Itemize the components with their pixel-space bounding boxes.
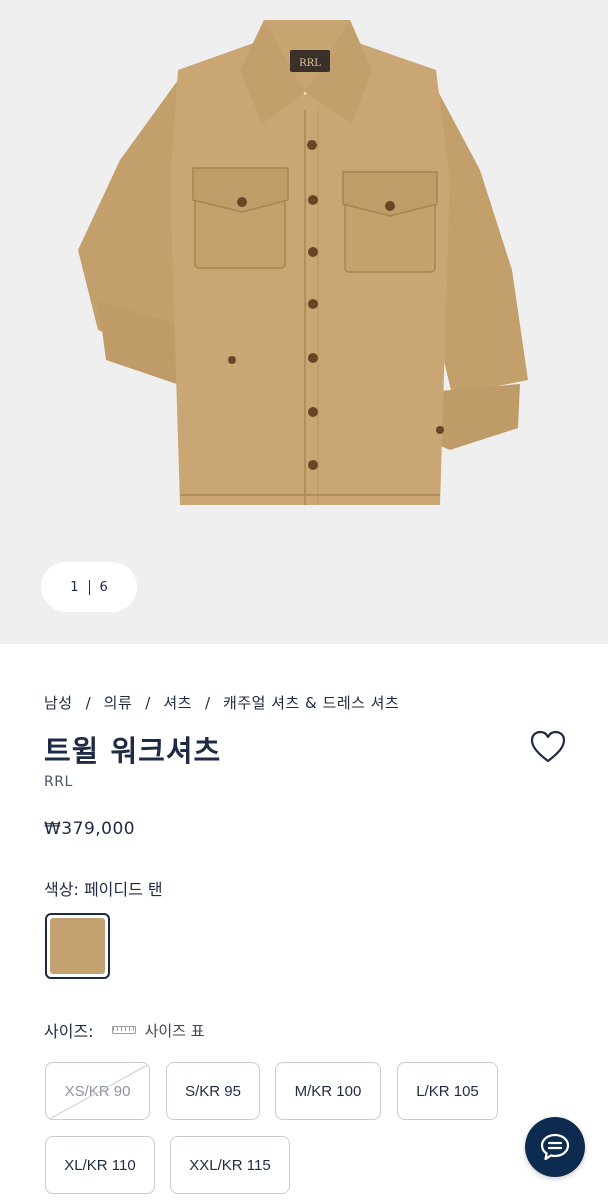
ruler-icon bbox=[111, 1026, 136, 1034]
color-selection-label: 색상: 페이디드 탠 bbox=[44, 876, 163, 900]
size-guide-label: 사이즈 표 bbox=[144, 1021, 205, 1040]
chat-button[interactable] bbox=[525, 1117, 585, 1177]
unavailable-strike bbox=[48, 1063, 149, 1119]
breadcrumb-item-clothing[interactable]: 의류 bbox=[104, 692, 133, 713]
size-option-xl[interactable]: XL/KR 110 bbox=[45, 1136, 155, 1194]
size-option-label: XL/KR 110 bbox=[64, 1156, 136, 1174]
swatch-chip bbox=[50, 918, 105, 974]
breadcrumb-separator: / bbox=[85, 693, 91, 712]
size-label: 사이즈: bbox=[44, 1022, 94, 1041]
size-selection-header: 사이즈: 사이즈 표 bbox=[44, 1018, 205, 1042]
size-option-xs[interactable]: XS/KR 90 bbox=[45, 1062, 150, 1120]
product-title: 트윌 워크셔츠 bbox=[44, 734, 222, 768]
breadcrumb-separator: / bbox=[145, 693, 151, 712]
breadcrumb: 남성 / 의류 / 셔츠 / 캐주얼 셔츠 & 드레스 셔츠 bbox=[44, 692, 399, 713]
product-image-gallery[interactable]: RRL 1 6 bbox=[0, 0, 608, 644]
wishlist-button[interactable] bbox=[530, 730, 566, 764]
image-pager: 1 6 bbox=[41, 562, 137, 612]
breadcrumb-item-casual-dress-shirts[interactable]: 캐주얼 셔츠 & 드레스 셔츠 bbox=[223, 692, 399, 713]
chat-bubble-icon bbox=[540, 1133, 570, 1161]
product-brand: RRL bbox=[44, 774, 73, 790]
pager-current: 1 bbox=[70, 579, 79, 595]
size-option-label: L/KR 105 bbox=[416, 1082, 479, 1100]
color-selected-value: 페이디드 탠 bbox=[83, 880, 163, 899]
heart-icon bbox=[530, 730, 566, 763]
breadcrumb-item-men[interactable]: 남성 bbox=[44, 692, 73, 713]
shirt-product-image: RRL bbox=[78, 20, 528, 505]
pager-total: 6 bbox=[99, 579, 108, 595]
size-option-label: M/KR 100 bbox=[294, 1082, 362, 1100]
breadcrumb-item-shirts[interactable]: 셔츠 bbox=[163, 692, 192, 713]
size-option-m[interactable]: M/KR 100 bbox=[275, 1062, 381, 1120]
product-price: ₩379,000 bbox=[44, 819, 136, 839]
color-swatch-faded-tan[interactable] bbox=[45, 913, 110, 979]
size-option-label: XXL/KR 115 bbox=[189, 1156, 271, 1174]
size-option-xxl[interactable]: XXL/KR 115 bbox=[170, 1136, 290, 1194]
size-guide-link[interactable]: 사이즈 표 bbox=[111, 1020, 205, 1041]
breadcrumb-separator: / bbox=[204, 693, 211, 712]
color-label: 색상: bbox=[44, 880, 79, 899]
svg-text:RRL: RRL bbox=[299, 58, 321, 69]
pager-divider bbox=[88, 579, 90, 595]
size-option-l[interactable]: L/KR 105 bbox=[397, 1062, 498, 1120]
size-option-s[interactable]: S/KR 95 bbox=[166, 1062, 260, 1120]
size-option-label: S/KR 95 bbox=[185, 1082, 241, 1100]
